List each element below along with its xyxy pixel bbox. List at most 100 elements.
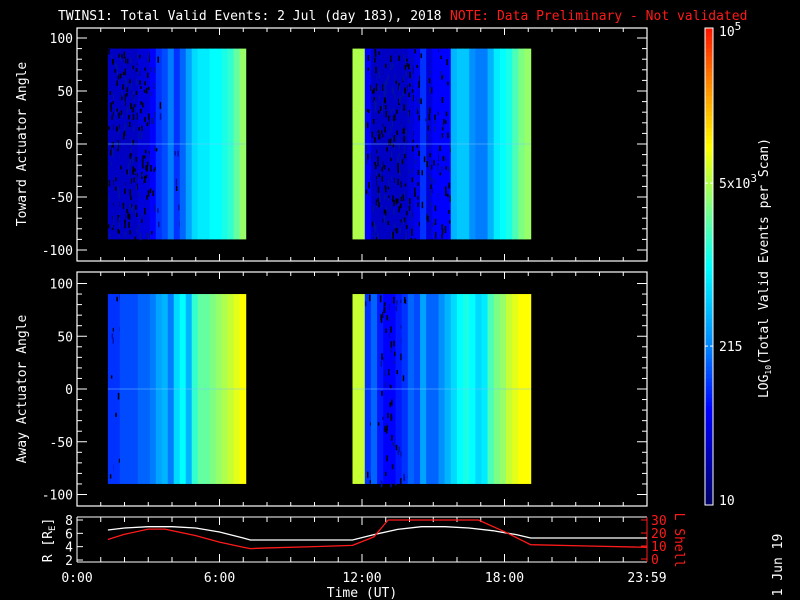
colorbar-segment	[705, 401, 713, 407]
heatmap-speckle	[397, 163, 399, 169]
heatmap-speckle	[140, 85, 142, 89]
colorbar-segment	[705, 290, 713, 295]
heatmap-speckle	[379, 195, 381, 203]
heatmap-speckle	[133, 103, 136, 108]
heatmap-speckle	[402, 54, 405, 59]
heatmap-speckle	[134, 236, 137, 242]
heatmap-speckle	[385, 78, 388, 86]
heatmap-speckle	[380, 480, 383, 488]
heatmap-speckle	[380, 130, 383, 134]
heatmap-speckle	[147, 55, 149, 62]
heatmap-speckle	[447, 81, 449, 86]
heatmap-speckle	[427, 212, 429, 217]
heatmap-speckle	[395, 80, 398, 84]
heatmap-speckle	[384, 194, 386, 200]
colorbar-segment	[705, 437, 713, 442]
heatmap-speckle	[130, 83, 132, 91]
colorbar-segment	[705, 453, 713, 458]
heatmap-speckle	[132, 106, 134, 113]
x-tick-label: 18:00	[485, 571, 524, 586]
away-panel: 100 50 0 -50 -100	[42, 271, 648, 507]
colorbar-segment	[705, 473, 713, 478]
colorbar-segment	[705, 258, 713, 264]
heatmap-speckle	[400, 299, 402, 304]
heatmap-speckle	[388, 115, 390, 122]
heatmap-speckle	[147, 72, 149, 78]
colorbar-segment	[705, 151, 713, 156]
heatmap-speckle	[406, 210, 408, 216]
twins-events-figure: TWINS1: Total Valid Events: 2 Jul (day 1…	[15, 9, 786, 600]
heatmap-speckle	[175, 178, 178, 186]
colorbar-tick-base: 10	[719, 494, 735, 509]
heatmap-speckle	[144, 149, 147, 154]
heatmap-speckle	[129, 230, 131, 235]
heatmap-speckle	[391, 399, 393, 406]
heatmap-speckle	[401, 159, 404, 165]
heatmap-speckle	[390, 157, 392, 162]
colorbar-segment	[705, 51, 713, 57]
lshell-tick-label: 0	[651, 553, 659, 568]
heatmap-speckle	[444, 186, 447, 191]
heatmap-speckle	[111, 333, 114, 339]
heatmap-speckle	[135, 78, 138, 86]
heatmap-speckle	[153, 82, 155, 89]
heatmap-speckle	[150, 67, 152, 72]
heatmap-speckle	[115, 186, 117, 191]
colorbar-segment	[705, 190, 713, 196]
heatmap-speckle	[368, 182, 370, 189]
zero-angle-stripe	[107, 143, 246, 145]
heatmap-speckle	[390, 176, 393, 180]
heatmap-speckle	[429, 70, 431, 74]
heatmap-speckle	[441, 96, 444, 104]
colorbar-segment	[705, 246, 713, 252]
heatmap-speckle	[115, 126, 118, 132]
heatmap-speckle	[402, 75, 405, 82]
heatmap-speckle	[426, 195, 429, 200]
heatmap-speckle	[384, 426, 386, 432]
heatmap-speckle	[416, 64, 419, 68]
colorbar-segment	[705, 87, 713, 93]
heatmap-speckle	[147, 166, 150, 171]
heatmap-speckle	[403, 135, 405, 143]
heatmap-speckle	[159, 102, 162, 109]
colorbar-segment	[705, 103, 713, 108]
y-tick-label: 100	[50, 32, 73, 47]
colorbar-segment	[705, 206, 713, 212]
heatmap-speckle	[373, 59, 376, 63]
colorbar-segment	[705, 457, 713, 462]
heatmap-speckle	[135, 213, 138, 217]
heatmap-speckle	[135, 204, 137, 210]
heatmap-speckle	[417, 202, 419, 207]
heatmap-speckle	[404, 58, 407, 62]
heatmap-speckle	[366, 159, 368, 165]
colorbar-segment	[705, 71, 713, 77]
heatmap-speckle	[132, 90, 135, 96]
heatmap-speckle	[404, 87, 406, 94]
heatmap-speckle	[408, 119, 410, 124]
colorbar-segment	[705, 47, 713, 53]
heatmap-speckle	[418, 115, 421, 121]
colorbar-segment	[705, 298, 713, 303]
colorbar-segment	[705, 349, 713, 355]
heatmap-speckle	[122, 71, 125, 76]
colorbar-segment	[705, 385, 713, 391]
heatmap-speckle	[129, 158, 131, 165]
colorbar-tick-exp: 3	[750, 172, 757, 185]
heatmap-speckle	[377, 198, 379, 202]
heatmap-speckle	[109, 474, 112, 479]
heatmap-speckle	[366, 122, 369, 129]
heatmap-speckle	[381, 390, 383, 396]
heatmap-speckle	[126, 107, 128, 114]
heatmap-speckle	[383, 165, 386, 170]
heatmap-speckle	[377, 422, 380, 426]
heatmap-speckle	[417, 106, 419, 112]
heatmap-speckle	[427, 215, 429, 223]
heatmap-speckle	[395, 198, 398, 205]
heatmap-speckle	[390, 204, 392, 210]
heatmap-speckle	[378, 51, 380, 55]
heatmap-speckle	[116, 80, 119, 86]
heatmap-speckle	[384, 81, 387, 89]
heatmap-speckle	[433, 218, 436, 223]
heatmap-speckle	[408, 92, 410, 98]
colorbar-segment	[705, 234, 713, 240]
